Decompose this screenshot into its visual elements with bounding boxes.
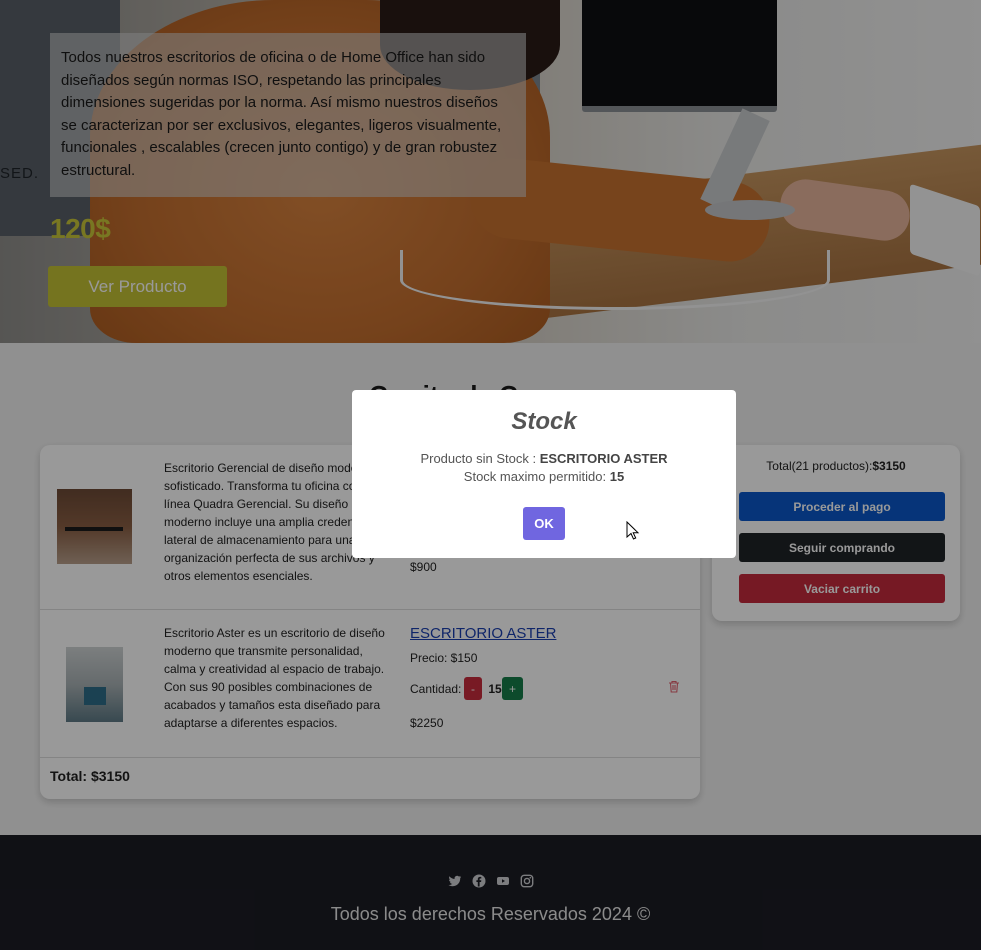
dialog-message-product: Producto sin Stock : ESCRITORIO ASTER <box>352 451 736 466</box>
stock-alert-dialog: Stock Producto sin Stock : ESCRITORIO AS… <box>352 390 736 558</box>
dialog-max-stock-value: 15 <box>609 469 625 484</box>
dialog-message-max-stock: Stock maximo permitido: 15 <box>352 469 736 484</box>
dialog-max-stock-label: Stock maximo permitido: <box>463 469 610 484</box>
dialog-product-value: ESCRITORIO ASTER <box>539 451 668 466</box>
dialog-product-label: Producto sin Stock : <box>420 451 540 466</box>
ok-button[interactable]: OK <box>523 507 565 540</box>
dialog-title: Stock <box>511 408 577 435</box>
mouse-cursor-icon <box>626 521 640 540</box>
